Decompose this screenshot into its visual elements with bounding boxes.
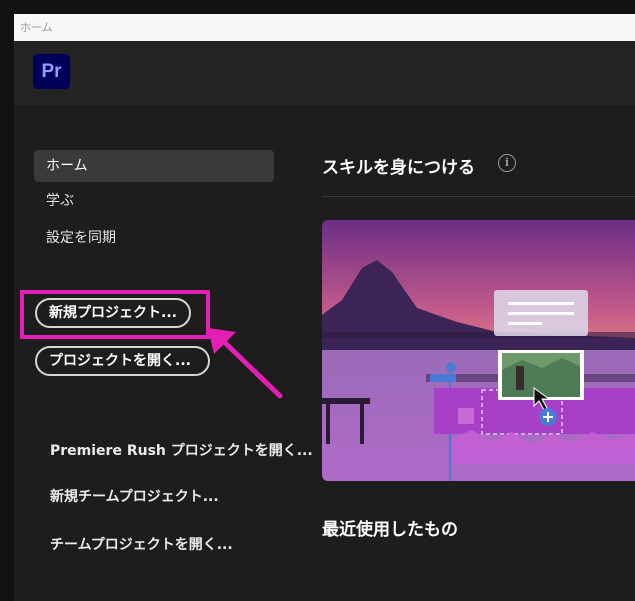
annotation-arrow (208, 328, 283, 399)
sidebar-item-sync-settings[interactable]: 設定を同期 (34, 222, 274, 254)
annotation-highlight-box (20, 290, 210, 339)
new-team-project-link[interactable]: 新規チームプロジェクト... (50, 486, 219, 506)
open-project-button[interactable]: プロジェクトを開く... (35, 346, 210, 376)
recent-section-title: 最近使用したもの (322, 520, 458, 540)
app-window: Pr ホーム 学ぶ 設定を同期 新規プロジェクト... プロジェクトを開く...… (14, 41, 635, 601)
window-title-bar: ホーム (14, 14, 635, 41)
app-header: Pr (14, 41, 635, 107)
premiere-pro-logo: Pr (33, 54, 70, 89)
section-divider (322, 196, 635, 197)
tutorial-thumbnail-illustration (322, 220, 635, 481)
window-title: ホーム (20, 21, 53, 34)
sidebar-item-home[interactable]: ホーム (34, 150, 274, 182)
open-rush-project-link[interactable]: Premiere Rush プロジェクトを開く... (50, 440, 313, 460)
tutorial-thumbnail[interactable] (322, 220, 635, 481)
open-team-project-link[interactable]: チームプロジェクトを開く... (50, 534, 233, 554)
info-icon[interactable]: i (498, 154, 516, 172)
skills-section-title: スキルを身につける (322, 158, 475, 178)
sidebar-item-learn[interactable]: 学ぶ (34, 185, 274, 217)
